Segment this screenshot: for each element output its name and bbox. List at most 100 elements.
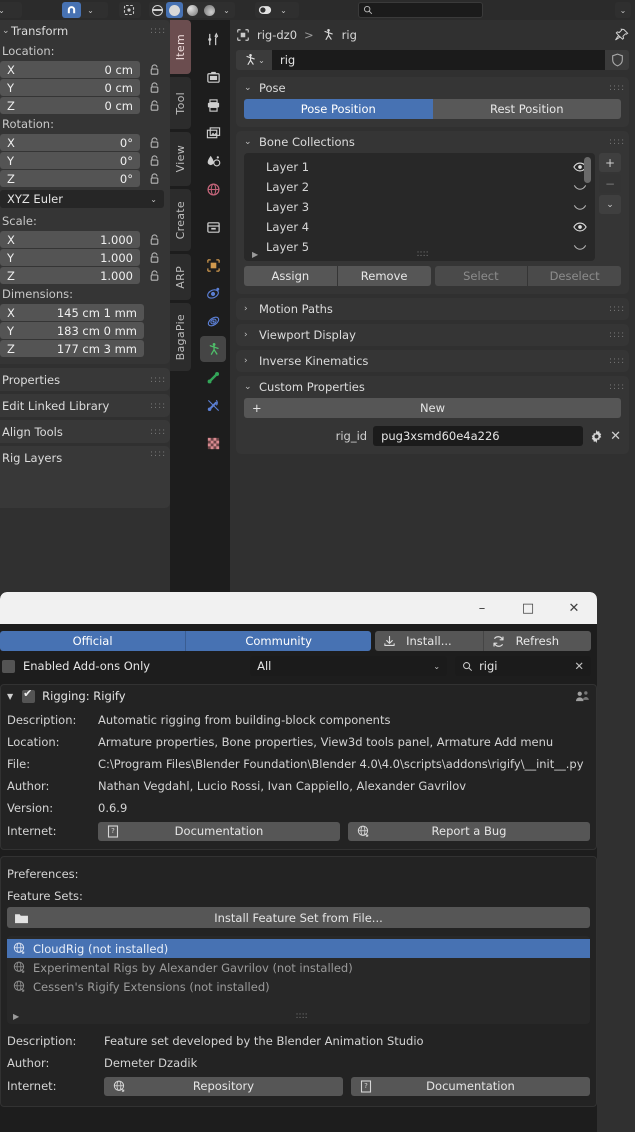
overlay-toggle-group[interactable]: ⌄ [255, 2, 299, 18]
location-x-lock-icon[interactable] [144, 61, 164, 78]
shading-solid-icon[interactable] [166, 2, 184, 18]
eye-closed-icon[interactable] [573, 183, 587, 191]
snap-options-chevron[interactable]: ⌄ [81, 2, 100, 18]
scale-y-field[interactable]: Y 1.000 [0, 249, 140, 266]
maximize-button[interactable]: □ [505, 592, 551, 624]
eye-open-icon[interactable] [573, 222, 587, 232]
feature-set-list[interactable]: CloudRig (not installed) Experimental Ri… [7, 936, 590, 1024]
dimensions-z-field[interactable]: Z 177 cm 3 mm [0, 340, 144, 357]
support-community-button[interactable]: Community [185, 631, 372, 651]
scale-z-lock-icon[interactable] [144, 267, 164, 284]
pose-position-button[interactable]: Pose Position [244, 99, 433, 119]
tool-icon[interactable] [200, 26, 226, 52]
inverse-kinematics-panel[interactable]: › Inverse Kinematics :::: [236, 350, 629, 372]
panel-rig-layers[interactable]: Rig Layers :::: [0, 446, 170, 508]
list-item[interactable]: CloudRig (not installed) [7, 939, 590, 958]
location-y-lock-icon[interactable] [144, 79, 164, 96]
add-collection-button[interactable]: + [599, 153, 621, 172]
addon-entry-header[interactable]: ▼ Rigging: Rigify [1, 685, 596, 707]
documentation-button[interactable]: ? Documentation [98, 821, 340, 841]
drag-grip[interactable]: :::: [150, 401, 165, 410]
shading-mode-group[interactable]: ⌄ [149, 2, 235, 18]
resize-grip[interactable]: :::: [296, 1011, 308, 1020]
world-icon[interactable] [200, 176, 226, 202]
rotation-x-field[interactable]: X 0° [0, 134, 140, 151]
overlay-options-chevron[interactable]: ⌄ [274, 2, 293, 18]
bone-collections-panel-header[interactable]: ⌄ Bone Collections :::: [236, 131, 629, 153]
clear-search-icon[interactable]: ✕ [574, 659, 584, 673]
mode-dropdown[interactable]: ⌄ [0, 2, 22, 18]
support-official-button[interactable]: Official [0, 631, 186, 651]
motion-paths-panel[interactable]: › Motion Paths :::: [236, 298, 629, 320]
list-item[interactable]: Cessen's Rigify Extensions (not installe… [7, 977, 590, 996]
snap-magnet-icon[interactable] [62, 2, 81, 18]
drag-grip[interactable]: :::: [609, 138, 624, 147]
proportional-edit-toggle[interactable] [119, 2, 141, 18]
list-item[interactable]: Layer 1 [244, 157, 595, 177]
drag-grip[interactable]: :::: [609, 357, 624, 366]
minimize-button[interactable]: – [459, 592, 505, 624]
viewport-display-panel-header[interactable]: › Viewport Display :::: [236, 324, 629, 346]
inverse-kinematics-panel-header[interactable]: › Inverse Kinematics :::: [236, 350, 629, 372]
collection-specials-menu[interactable]: ⌄ [599, 195, 621, 214]
expand-triangle-icon[interactable]: ▶ [13, 1012, 19, 1021]
drag-grip[interactable]: :::: [150, 427, 165, 436]
repository-button[interactable]: Repository [104, 1076, 343, 1096]
drag-grip[interactable]: :::: [150, 27, 165, 36]
close-icon[interactable]: ✕ [610, 429, 621, 444]
panel-edit-linked-library[interactable]: Edit Linked Library :::: [0, 394, 170, 417]
bone-constraint-icon[interactable] [200, 392, 226, 418]
scale-y-lock-icon[interactable] [144, 249, 164, 266]
resize-grip[interactable]: :::: [417, 249, 429, 258]
breadcrumb-object[interactable]: rig-dz0 [257, 28, 297, 42]
fs-documentation-button[interactable]: ? Documentation [351, 1076, 590, 1096]
location-z-field[interactable]: Z 0 cm [0, 97, 140, 114]
sidebar-item-item[interactable]: Item [170, 20, 191, 74]
snap-group[interactable]: ⌄ [62, 2, 108, 18]
view-layer-icon[interactable] [200, 120, 226, 146]
viewport-options-chevron[interactable]: ⌄ [615, 2, 631, 18]
report-bug-button[interactable]: Report a Bug [348, 821, 590, 841]
sidebar-item-arp[interactable]: ARP [170, 254, 191, 300]
category-dropdown[interactable]: All ⌄ [250, 656, 448, 676]
rotation-mode-dropdown[interactable]: XYZ Euler ⌄ [0, 190, 164, 208]
location-y-field[interactable]: Y 0 cm [0, 79, 140, 96]
dimensions-x-field[interactable]: X 145 cm 1 mm [0, 304, 144, 321]
modifier-physics-icon[interactable] [200, 280, 226, 306]
location-z-lock-icon[interactable] [144, 97, 164, 114]
drag-grip[interactable]: :::: [609, 305, 624, 314]
rotation-y-field[interactable]: Y 0° [0, 152, 140, 169]
scale-x-lock-icon[interactable] [144, 231, 164, 248]
panel-align-tools[interactable]: Align Tools :::: [0, 420, 170, 443]
list-item[interactable]: Layer 3 [244, 197, 595, 217]
refresh-button[interactable]: Refresh [482, 631, 591, 651]
output-icon[interactable] [200, 92, 226, 118]
addon-search-input[interactable]: rigi ✕ [455, 656, 591, 676]
pose-panel-header[interactable]: ⌄ Pose :::: [236, 77, 629, 99]
collection-icon[interactable] [200, 214, 226, 240]
bone-icon[interactable] [200, 364, 226, 390]
physics-icon[interactable] [200, 308, 226, 334]
bone-collections-list[interactable]: Layer 1 Layer 2 Layer 3 Layer 4 Layer 5 … [244, 153, 595, 261]
object-data-armature-icon[interactable] [200, 336, 226, 362]
window-titlebar[interactable]: – □ ✕ [0, 592, 597, 624]
pin-icon[interactable] [614, 28, 629, 43]
rest-position-button[interactable]: Rest Position [432, 99, 621, 119]
sidebar-item-tool[interactable]: Tool [170, 77, 191, 129]
panel-properties[interactable]: Properties :::: [0, 368, 170, 391]
select-button[interactable]: Select [434, 266, 528, 286]
list-item[interactable]: Layer 2 [244, 177, 595, 197]
drag-grip[interactable]: :::: [150, 375, 165, 384]
viewport-search-field[interactable] [358, 2, 483, 18]
install-button[interactable]: Install... [375, 631, 483, 651]
assign-button[interactable]: Assign [244, 266, 337, 286]
viewport-display-panel[interactable]: › Viewport Display :::: [236, 324, 629, 346]
rotation-x-lock-icon[interactable] [144, 134, 164, 151]
addon-enable-checkbox[interactable] [22, 687, 36, 703]
shading-material-preview-icon[interactable] [183, 2, 200, 18]
id-type-browse-button[interactable]: ⌄ [236, 50, 272, 70]
custom-property-value-field[interactable]: pug3xsmd60e4a226 [373, 426, 584, 446]
drag-grip[interactable]: :::: [150, 450, 165, 459]
sidebar-item-bagapie[interactable]: BagaPie [170, 303, 191, 371]
object-icon[interactable] [200, 252, 226, 278]
